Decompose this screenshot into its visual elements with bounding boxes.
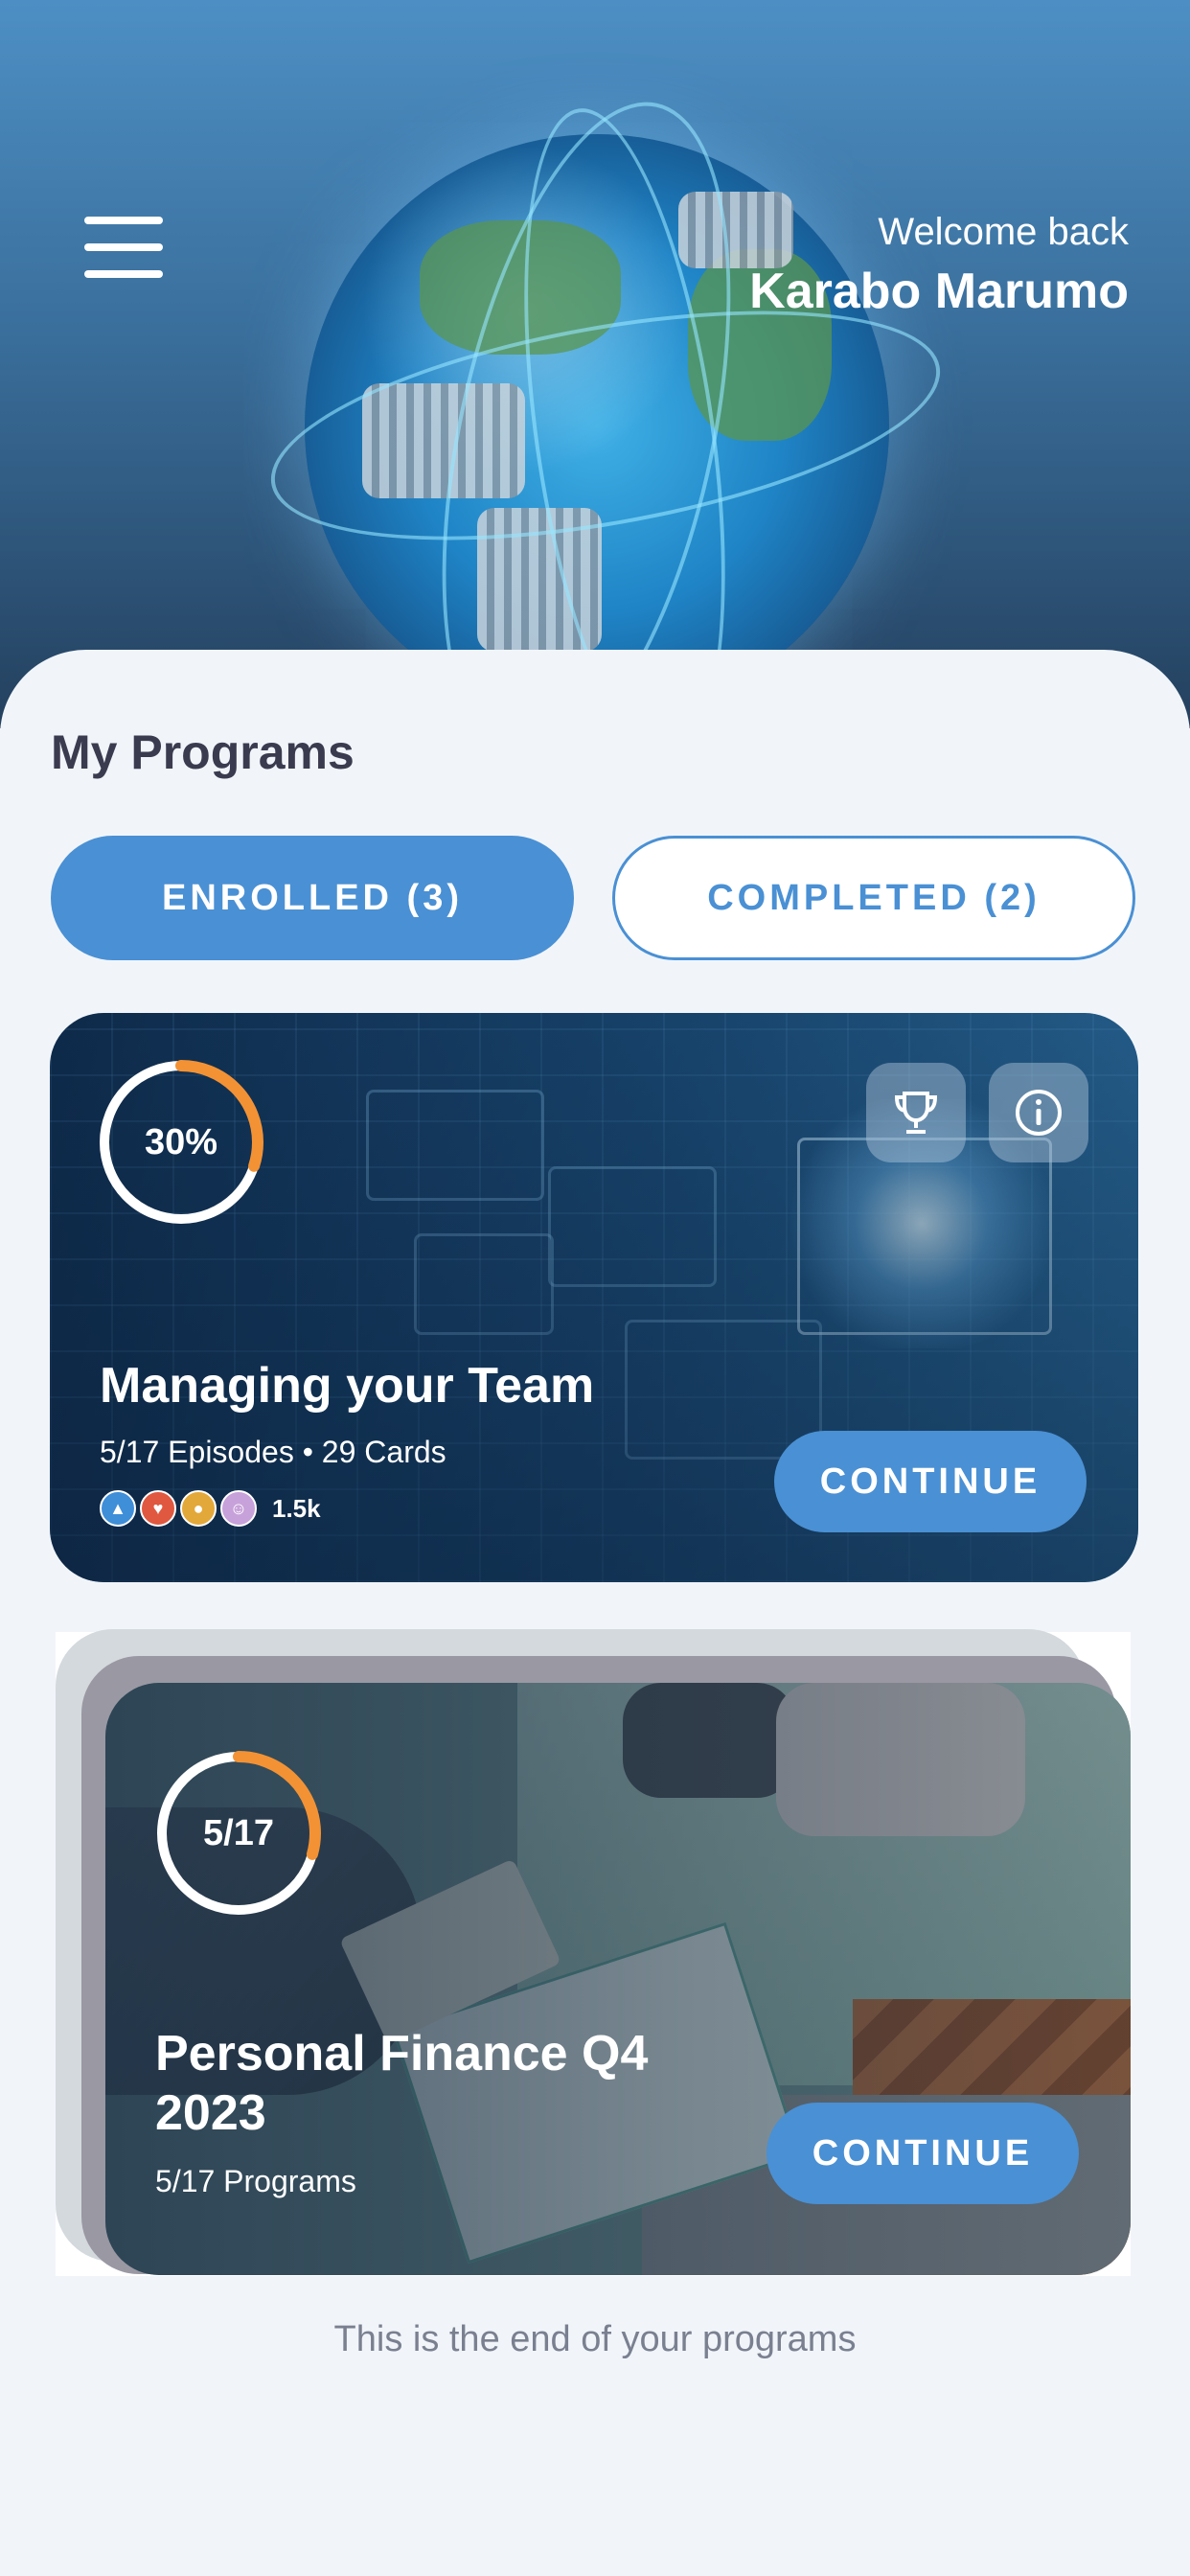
reactions-row: ▲ ♥ ● ☺ 1.5k: [100, 1490, 321, 1527]
program-title: Managing your Team: [100, 1358, 595, 1414]
welcome-label: Welcome back: [878, 211, 1129, 253]
welcome-block: Welcome back Karabo Marumo: [749, 209, 1129, 322]
program-meta: 5/17 Programs: [155, 2164, 356, 2198]
heart-icon: ♥: [140, 1490, 176, 1527]
program-title: Personal Finance Q4 2023: [155, 2026, 649, 2141]
menu-icon[interactable]: [84, 217, 167, 280]
continue-button[interactable]: CONTINUE: [767, 2103, 1079, 2204]
header-banner: Welcome back Karabo Marumo: [0, 0, 1190, 728]
progress-ring: 5/17: [155, 1750, 322, 1917]
program-meta: 5/17 Episodes • 29 Cards: [100, 1435, 446, 1469]
info-icon[interactable]: [989, 1063, 1088, 1162]
program-card-managing-team[interactable]: 30% Managing your Team 5/17 Episodes • 2…: [50, 1013, 1138, 1582]
laugh-icon: ☺: [220, 1490, 257, 1527]
continue-button[interactable]: CONTINUE: [774, 1431, 1087, 1532]
page-title: My Programs: [51, 725, 355, 779]
thumbs-up-icon: ▲: [100, 1490, 136, 1527]
progress-ring: 30%: [98, 1059, 264, 1226]
trophy-icon[interactable]: [866, 1063, 966, 1162]
lightbulb-icon: ●: [180, 1490, 217, 1527]
program-card-personal-finance[interactable]: 5/17 Personal Finance Q4 2023 5/17 Progr…: [105, 1683, 1131, 2275]
user-name: Karabo Marumo: [749, 264, 1129, 319]
tab-completed[interactable]: COMPLETED (2): [612, 836, 1135, 960]
reaction-count: 1.5k: [272, 1493, 321, 1523]
progress-label: 5/17: [203, 1812, 274, 1853]
tab-enrolled[interactable]: ENROLLED (3): [51, 836, 574, 960]
end-of-list-note: This is the end of your programs: [333, 2319, 857, 2359]
progress-label: 30%: [144, 1121, 218, 1162]
